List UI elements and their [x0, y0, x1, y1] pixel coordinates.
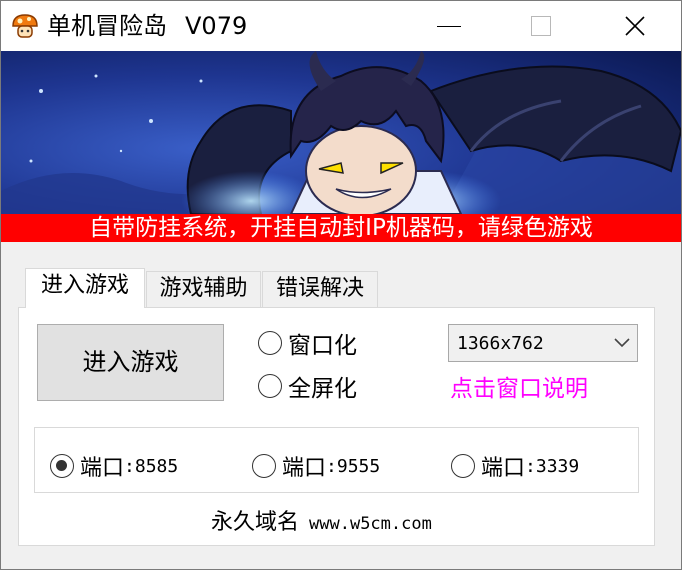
port-label: 端口 — [481, 456, 526, 481]
radio-circle[interactable] — [252, 454, 276, 478]
maximize-button[interactable] — [495, 1, 587, 51]
resolution-value: 1366x762 — [457, 332, 544, 354]
fullscreen-label: 全屏化 — [288, 376, 357, 402]
enter-game-button[interactable]: 进入游戏 — [37, 324, 224, 401]
resolution-dropdown[interactable]: 1366x762 — [448, 324, 638, 362]
window-title: 单机冒险岛 V079 — [47, 10, 247, 42]
windowed-radio[interactable]: 窗口化 — [258, 326, 357, 360]
port-number: :3339 — [525, 455, 580, 477]
mushroom-app-icon — [12, 14, 38, 38]
anti-cheat-notice: 自带防挂系统，开挂自动封IP机器码，请绿色游戏 — [1, 214, 681, 242]
close-button[interactable] — [589, 1, 681, 51]
fullscreen-radio[interactable]: 全屏化 — [258, 369, 357, 403]
port-label: 端口 — [80, 456, 125, 481]
chevron-down-icon[interactable] — [607, 325, 637, 361]
radio-circle[interactable] — [258, 331, 282, 355]
app-name: 单机冒险岛 — [47, 12, 167, 40]
minimize-icon — [437, 25, 461, 27]
radio-circle-checked[interactable] — [50, 454, 74, 478]
port-label: 端口 — [282, 456, 327, 481]
window-help-link[interactable]: 点击窗口说明 — [450, 369, 588, 403]
app-version: V079 — [185, 12, 248, 40]
domain-url: www.w5cm.com — [309, 514, 432, 534]
close-icon — [625, 16, 645, 36]
domain-label: 永久域名 — [211, 510, 300, 535]
title-bar[interactable]: 单机冒险岛 V079 — [1, 1, 681, 51]
maximize-icon — [531, 16, 551, 36]
minimize-button[interactable] — [403, 1, 495, 51]
tab-troubleshoot[interactable]: 错误解决 — [262, 271, 378, 307]
launcher-window: 单机冒险岛 V079 自带防挂系统，开挂自动封IP机器码，请绿色游戏 游戏辅助 … — [0, 0, 682, 570]
port-radio-3339[interactable]: 端口:3339 — [451, 450, 579, 482]
port-number: :9555 — [326, 455, 381, 477]
port-radio-8585[interactable]: 端口:8585 — [50, 450, 178, 482]
tab-game-assist[interactable]: 游戏辅助 — [146, 271, 261, 307]
windowed-label: 窗口化 — [288, 333, 357, 359]
port-number: :8585 — [124, 455, 179, 477]
radio-circle[interactable] — [451, 454, 475, 478]
banner-image — [1, 51, 681, 214]
port-radio-9555[interactable]: 端口:9555 — [252, 450, 380, 482]
radio-circle[interactable] — [258, 374, 282, 398]
tab-enter-game[interactable]: 进入游戏 — [25, 268, 145, 308]
demon-character-illustration — [1, 51, 681, 214]
permanent-domain: 永久域名 www.w5cm.com — [211, 504, 432, 536]
